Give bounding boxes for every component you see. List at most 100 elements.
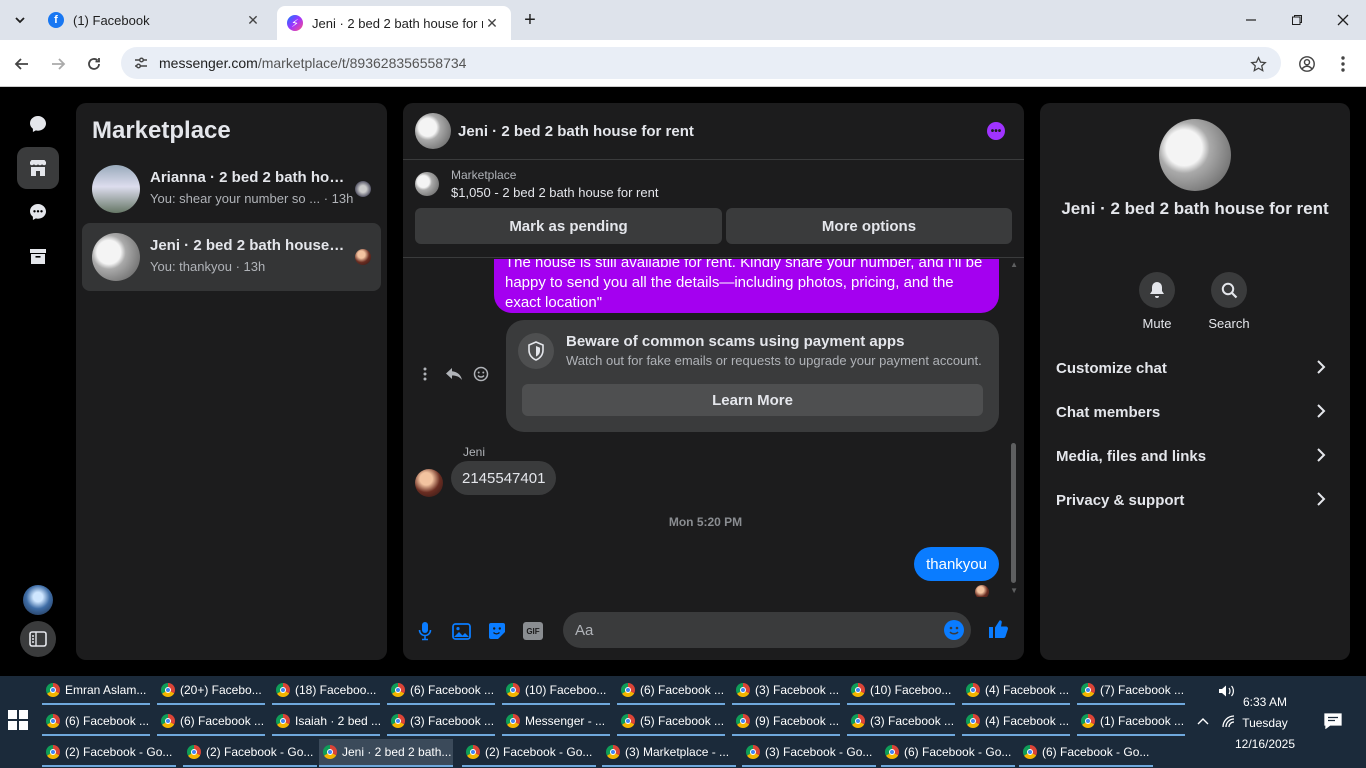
chrome-icon xyxy=(46,745,60,759)
microphone-icon[interactable] xyxy=(413,619,437,643)
taskbar-window-item[interactable]: Messenger - ... xyxy=(502,708,610,736)
taskbar-window-item[interactable]: Jeni · 2 bed 2 bath... xyxy=(319,739,453,767)
gif-icon[interactable]: GIF xyxy=(523,622,543,640)
chat-avatar[interactable] xyxy=(415,113,451,149)
chevron-up-icon[interactable] xyxy=(1197,715,1209,729)
taskbar-item-label: (7) Facebook ... xyxy=(1100,683,1185,697)
search-button[interactable]: Search xyxy=(1199,272,1259,331)
close-icon[interactable]: ✕ xyxy=(483,15,501,32)
taskbar-window-item[interactable]: (20+) Facebo... xyxy=(157,677,265,705)
more-options-button[interactable]: More options xyxy=(726,208,1012,244)
profile-button[interactable] xyxy=(1293,50,1321,78)
taskbar-item-label: (2) Facebook - Go... xyxy=(206,745,314,759)
taskbar-window-item[interactable]: (5) Facebook ... xyxy=(617,708,725,736)
minimize-button[interactable] xyxy=(1228,0,1274,40)
archive-icon xyxy=(30,249,46,264)
learn-more-button[interactable]: Learn More xyxy=(522,384,983,416)
taskbar-window-item[interactable]: (6) Facebook - Go... xyxy=(1019,739,1153,767)
rail-requests-button[interactable] xyxy=(17,191,59,233)
taskbar-window-item[interactable]: (6) Facebook ... xyxy=(157,708,265,736)
taskbar-window-item[interactable]: (6) Facebook ... xyxy=(387,677,495,705)
taskbar-window-item[interactable]: (2) Facebook - Go... xyxy=(183,739,317,767)
taskbar-window-item[interactable]: (3) Facebook - Go... xyxy=(742,739,876,767)
participant-avatar xyxy=(355,181,371,197)
customize-chat-row[interactable]: Customize chat xyxy=(1046,346,1344,390)
close-icon[interactable]: ✕ xyxy=(244,12,262,29)
taskbar-window-item[interactable]: (10) Faceboo... xyxy=(502,677,610,705)
taskbar-window-item[interactable]: (3) Marketplace - ... xyxy=(602,739,736,767)
incoming-message[interactable]: 2145547401 xyxy=(451,461,557,495)
scroll-up-arrow[interactable]: ▲ xyxy=(1010,260,1018,269)
taskbar-window-item[interactable]: (3) Facebook ... xyxy=(387,708,495,736)
facebook-icon: f xyxy=(48,12,64,28)
taskbar-window-item[interactable]: (7) Facebook ... xyxy=(1077,677,1185,705)
windows-start-icon[interactable] xyxy=(8,710,28,730)
outgoing-message[interactable]: The house is still available for rent. K… xyxy=(494,259,999,313)
taskbar-window-item[interactable]: Emran Aslam... xyxy=(42,677,150,705)
sticker-icon[interactable] xyxy=(485,619,509,643)
emoji-icon[interactable] xyxy=(944,620,964,640)
chrome-icon xyxy=(1081,683,1095,697)
more-icon[interactable]: ••• xyxy=(987,122,1005,140)
media-files-links-row[interactable]: Media, files and links xyxy=(1046,434,1344,478)
thumbs-up-icon[interactable] xyxy=(986,617,1010,641)
back-button[interactable] xyxy=(8,50,36,78)
forward-button[interactable] xyxy=(44,50,72,78)
taskbar-window-item[interactable]: (1) Facebook ... xyxy=(1077,708,1185,736)
more-vertical-icon[interactable] xyxy=(423,367,427,385)
tab-title: Jeni · 2 bed 2 bath house for rent xyxy=(312,15,483,31)
conversation-avatar[interactable] xyxy=(1159,119,1231,191)
listing-thumbnail[interactable] xyxy=(415,172,439,196)
conversation-item[interactable]: Jeni · 2 bed 2 bath house for rent You: … xyxy=(82,223,381,291)
taskbar-window-item[interactable]: (2) Facebook - Go... xyxy=(42,739,176,767)
taskbar-window-item[interactable]: (10) Faceboo... xyxy=(847,677,955,705)
scam-warning-text: Watch out for fake emails or requests to… xyxy=(566,353,982,368)
conversation-item[interactable]: Arianna · 2 bed 2 bath house for rent Yo… xyxy=(82,155,381,223)
taskbar-window-item[interactable]: Isaiah · 2 bed ... xyxy=(272,708,380,736)
browser-menu-button[interactable] xyxy=(1329,50,1357,78)
bookmark-button[interactable] xyxy=(1244,50,1272,78)
taskbar-window-item[interactable]: (2) Facebook - Go... xyxy=(462,739,596,767)
taskbar-window-item[interactable]: (9) Facebook ... xyxy=(732,708,840,736)
taskbar-window-item[interactable]: (3) Facebook ... xyxy=(847,708,955,736)
new-tab-button[interactable]: + xyxy=(518,8,542,32)
rail-archive-button[interactable] xyxy=(17,235,59,277)
toggle-sidebar-button[interactable] xyxy=(20,621,56,657)
scroll-down-arrow[interactable]: ▼ xyxy=(1010,586,1018,595)
chat-title[interactable]: Jeni · 2 bed 2 bath house for rent xyxy=(458,123,694,140)
scrollbar-thumb[interactable] xyxy=(1011,443,1016,583)
browser-tab-facebook[interactable]: f (1) Facebook ✕ xyxy=(38,0,272,40)
image-icon[interactable] xyxy=(449,619,473,643)
message-input[interactable] xyxy=(563,612,971,648)
user-avatar[interactable] xyxy=(23,585,53,615)
reload-button[interactable] xyxy=(80,50,108,78)
taskbar-window-item[interactable]: (6) Facebook ... xyxy=(42,708,150,736)
close-window-button[interactable] xyxy=(1320,0,1366,40)
outgoing-message[interactable]: thankyou xyxy=(914,547,999,581)
url-field[interactable]: messenger.com/marketplace/t/893628356558… xyxy=(121,47,1281,79)
rail-chats-button[interactable] xyxy=(17,103,59,145)
react-icon[interactable] xyxy=(473,366,489,386)
taskbar-window-item[interactable]: (4) Facebook ... xyxy=(962,677,1070,705)
reply-icon[interactable] xyxy=(445,367,463,385)
browser-tab-messenger[interactable]: ⚡ Jeni · 2 bed 2 bath house for rent ✕ xyxy=(277,6,511,40)
chrome-icon xyxy=(966,714,980,728)
rail-marketplace-button[interactable] xyxy=(17,147,59,189)
taskbar-window-item[interactable]: (4) Facebook ... xyxy=(962,708,1070,736)
taskbar-window-item[interactable]: (18) Faceboo... xyxy=(272,677,380,705)
sender-avatar[interactable] xyxy=(415,469,443,497)
mute-label: Mute xyxy=(1142,316,1172,331)
restore-button[interactable] xyxy=(1274,0,1320,40)
taskbar-window-item[interactable]: (3) Facebook ... xyxy=(732,677,840,705)
listing-price[interactable]: $1,050 - 2 bed 2 bath house for rent xyxy=(451,185,658,200)
tab-search-button[interactable] xyxy=(6,6,34,34)
site-settings-icon[interactable] xyxy=(133,55,149,71)
taskbar-window-item[interactable]: (6) Facebook ... xyxy=(617,677,725,705)
mute-button[interactable]: Mute xyxy=(1127,272,1187,331)
notifications-icon[interactable] xyxy=(1324,713,1342,732)
mark-as-pending-button[interactable]: Mark as pending xyxy=(415,208,722,244)
privacy-support-row[interactable]: Privacy & support xyxy=(1046,478,1344,522)
taskbar-window-item[interactable]: (6) Facebook - Go... xyxy=(881,739,1015,767)
system-clock[interactable]: 6:33 AM Tuesday 12/16/2025 xyxy=(1233,692,1297,755)
chat-members-row[interactable]: Chat members xyxy=(1046,390,1344,434)
